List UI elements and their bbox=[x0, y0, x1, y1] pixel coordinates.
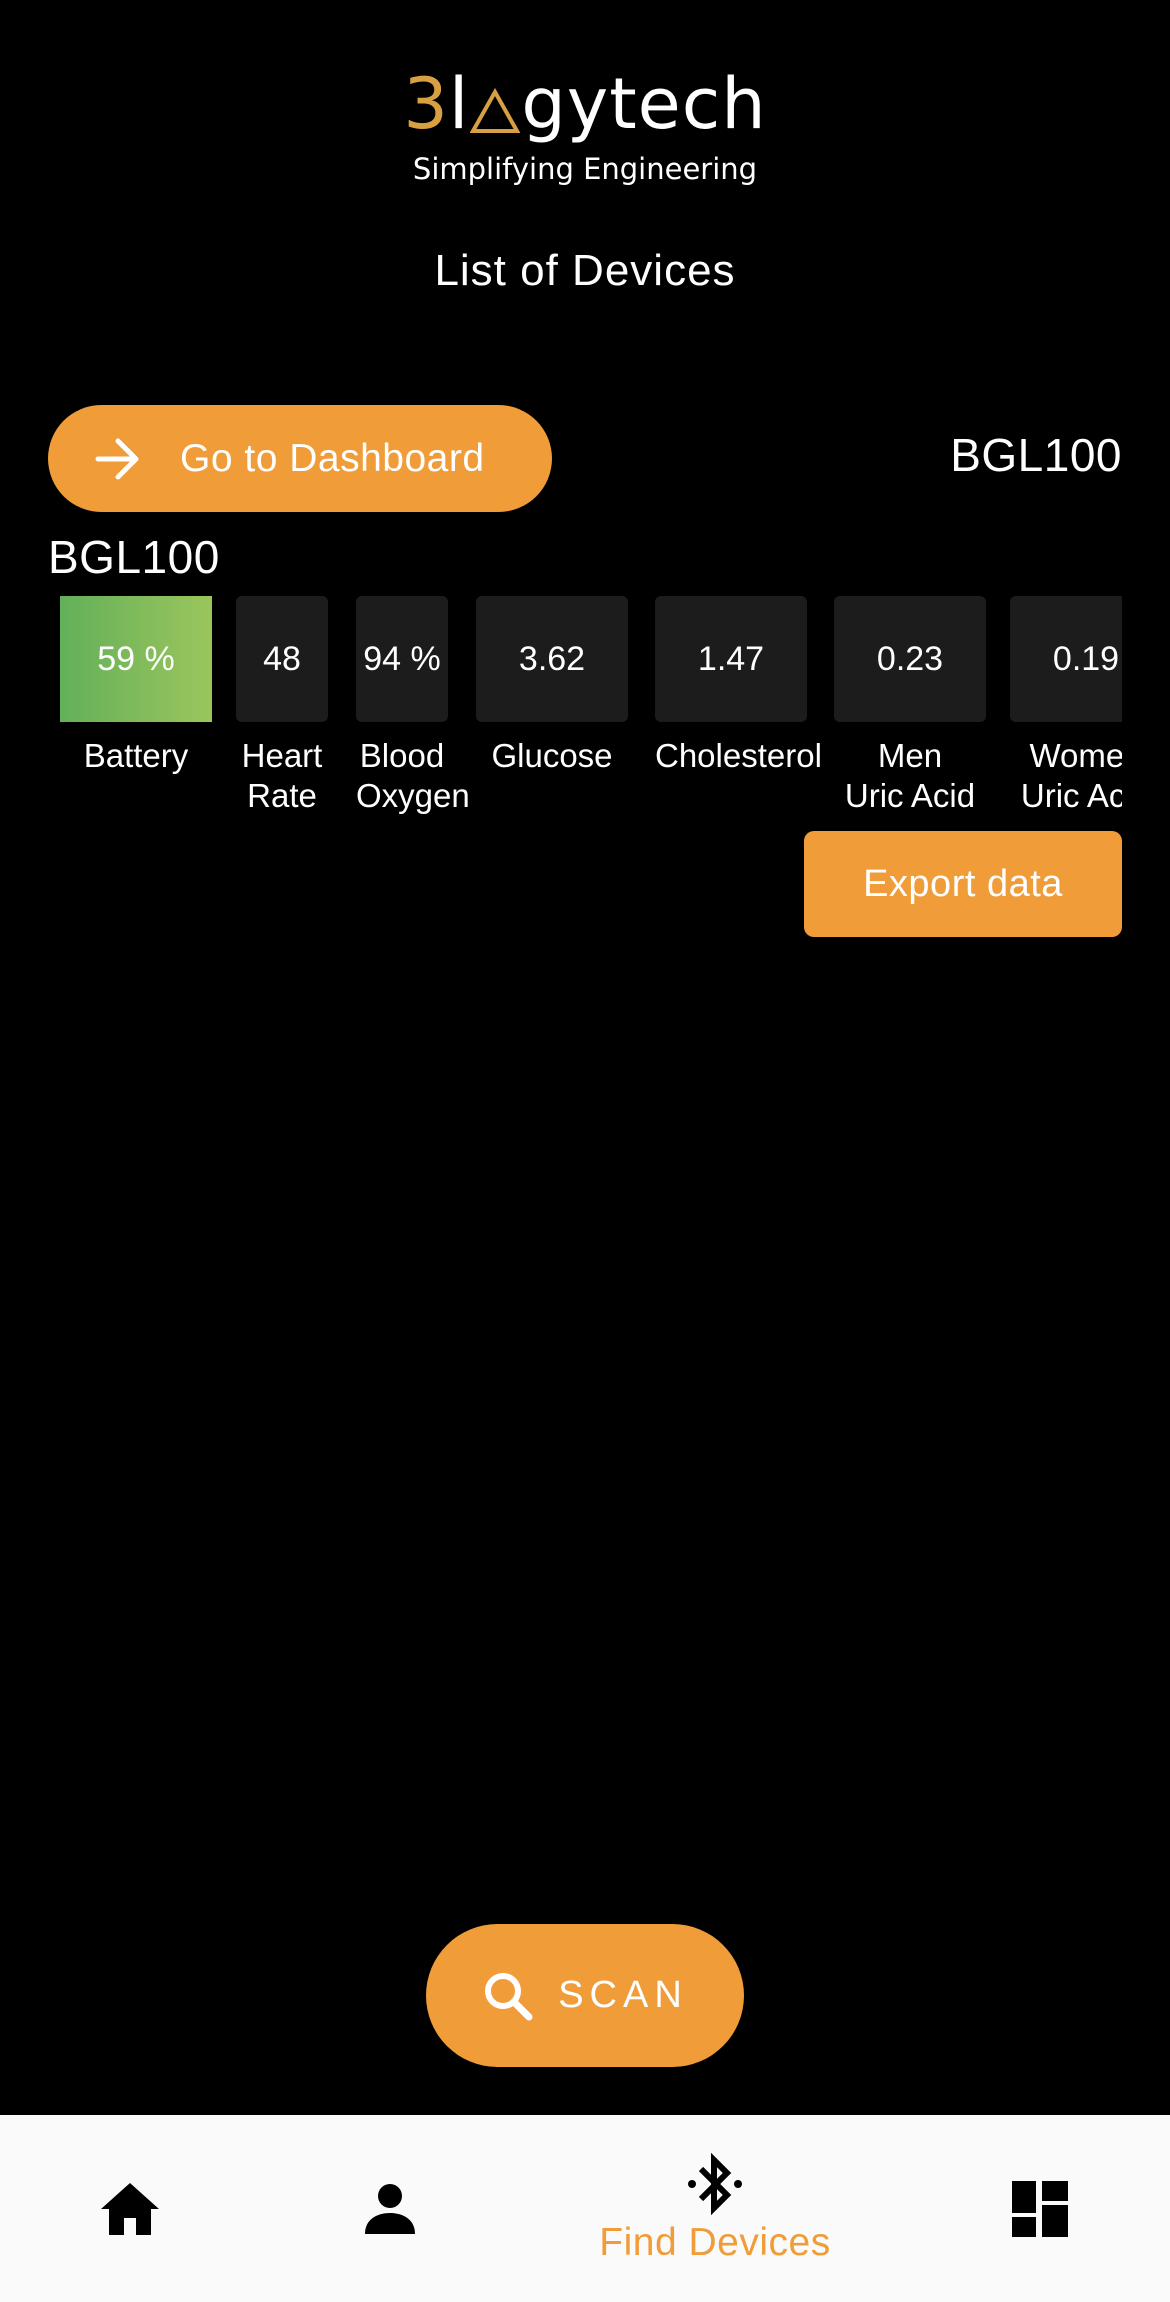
person-icon bbox=[365, 2183, 415, 2234]
dashboard-icon bbox=[1012, 2180, 1068, 2237]
glucose-label: Glucose bbox=[491, 737, 613, 774]
nav-find-devices[interactable]: Find Devices bbox=[560, 2115, 870, 2302]
export-data-button[interactable]: Export data bbox=[804, 831, 1122, 937]
connected-device-name: BGL100 bbox=[950, 429, 1122, 481]
battery-level-tile: 59 % bbox=[60, 596, 212, 722]
metric-women-uric-acid: 0.19 Women Uric Acid bbox=[1010, 596, 1122, 816]
men-uric-acid-tile: 0.23 bbox=[834, 596, 986, 722]
battery-label: Battery bbox=[83, 737, 189, 774]
glucose-value: 3.62 bbox=[518, 639, 586, 678]
metrics-row[interactable]: 59 % Battery 48 Heart Rate 94 % Blood Ox… bbox=[48, 596, 1122, 816]
women-uric-acid-label: Women Uric Acid bbox=[1020, 737, 1122, 814]
logo-suffix: gytech bbox=[521, 63, 767, 145]
nav-profile[interactable] bbox=[330, 2115, 450, 2302]
cholesterol-label: Cholesterol bbox=[655, 737, 822, 774]
heart-rate-tile: 48 bbox=[236, 596, 328, 722]
app-screen: 3l gytech Simplifying Engineering List of… bbox=[0, 0, 1170, 2302]
logo-tagline: Simplifying Engineering bbox=[412, 152, 758, 186]
logo-wordmark: 3l gytech bbox=[0, 62, 1170, 146]
metric-battery: 59 % Battery bbox=[60, 596, 212, 776]
logo: 3l gytech Simplifying Engineering bbox=[0, 62, 1170, 186]
bottom-navigation: Find Devices bbox=[0, 2115, 1170, 2302]
cholesterol-value: 1.47 bbox=[697, 639, 765, 678]
logo-triangle-icon bbox=[470, 88, 521, 133]
nav-home[interactable] bbox=[70, 2115, 190, 2302]
search-icon bbox=[485, 1972, 533, 2020]
metric-men-uric-acid: 0.23 Men Uric Acid bbox=[834, 596, 986, 816]
heart-rate-value: 48 bbox=[263, 639, 301, 678]
device-name: BGL100 bbox=[48, 531, 220, 583]
export-data-label: Export data bbox=[863, 862, 1063, 905]
page-title: List of Devices bbox=[434, 246, 736, 295]
metric-glucose: 3.62 Glucose bbox=[476, 596, 628, 776]
men-uric-acid-label: Men Uric Acid bbox=[844, 737, 976, 814]
blood-oxygen-tile: 94 % bbox=[356, 596, 448, 722]
nav-find-devices-label: Find Devices bbox=[599, 2220, 831, 2264]
blood-oxygen-label: Blood Oxygen bbox=[356, 737, 470, 814]
cholesterol-tile: 1.47 bbox=[655, 596, 807, 722]
go-to-dashboard-button[interactable]: Go to Dashboard bbox=[48, 405, 552, 512]
battery-value: 59 % bbox=[97, 639, 175, 678]
scan-label: SCAN bbox=[558, 1974, 688, 2016]
glucose-tile: 3.62 bbox=[476, 596, 628, 722]
home-icon bbox=[101, 2182, 159, 2235]
nav-dashboard[interactable] bbox=[980, 2115, 1100, 2302]
metric-heart-rate: 48 Heart Rate bbox=[236, 596, 328, 816]
arrow-right-icon bbox=[95, 438, 139, 479]
metric-blood-oxygen: 94 % Blood Oxygen bbox=[356, 596, 470, 816]
logo-prefix-l: l bbox=[448, 63, 470, 145]
women-uric-acid-value: 0.19 bbox=[1052, 639, 1120, 678]
bluetooth-icon bbox=[688, 2152, 742, 2215]
women-uric-acid-tile: 0.19 bbox=[1010, 596, 1122, 722]
scan-button[interactable]: SCAN bbox=[426, 1924, 744, 2067]
men-uric-acid-value: 0.23 bbox=[876, 639, 944, 678]
logo-prefix-3: 3 bbox=[403, 63, 449, 145]
go-to-dashboard-label: Go to Dashboard bbox=[180, 436, 485, 480]
metric-cholesterol: 1.47 Cholesterol bbox=[655, 596, 822, 776]
heart-rate-label: Heart Rate bbox=[241, 737, 323, 814]
blood-oxygen-value: 94 % bbox=[363, 639, 441, 678]
